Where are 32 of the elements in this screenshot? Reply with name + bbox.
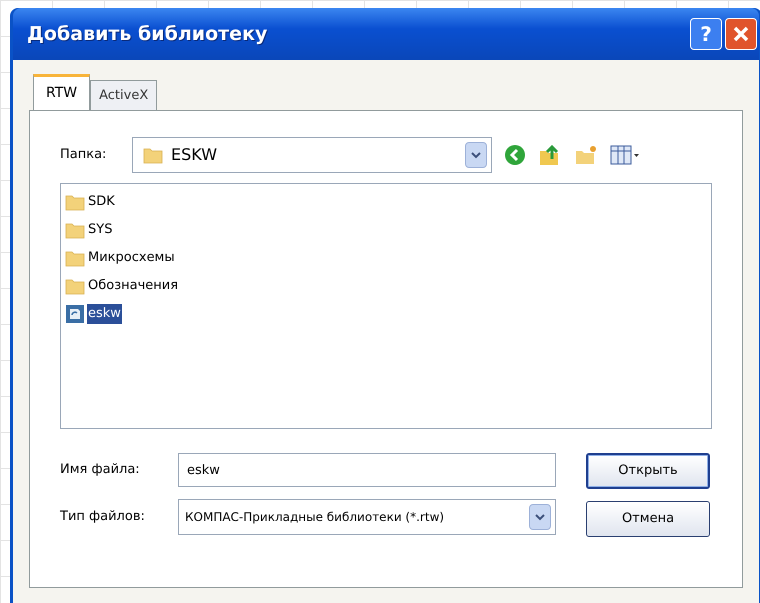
- file-type-value: КОМПАС-Прикладные библиотеки (*.rtw): [185, 509, 446, 526]
- back-icon[interactable]: [504, 144, 526, 166]
- file-name: eskw: [87, 304, 122, 324]
- file-name: Обозначения: [87, 277, 180, 296]
- file-item[interactable]: eskw: [65, 302, 711, 326]
- dropdown-caret[interactable]: [465, 142, 487, 168]
- file-name: SYS: [87, 221, 114, 240]
- dialog-button[interactable]: Открыть: [586, 453, 710, 489]
- close-icon: [732, 25, 750, 43]
- document-icon: [65, 304, 85, 324]
- close-button[interactable]: [725, 18, 757, 50]
- file-name-field[interactable]: eskw: [178, 453, 556, 487]
- view-menu-icon[interactable]: [610, 144, 640, 166]
- file-type-label: Тип файлов:: [60, 508, 146, 526]
- file-type-dropdown[interactable]: КОМПАС-Прикладные библиотеки (*.rtw): [178, 499, 556, 535]
- file-item[interactable]: SYS: [65, 218, 711, 242]
- folder-dropdown[interactable]: ESKW: [132, 137, 492, 173]
- file-item[interactable]: Обозначения: [65, 274, 711, 298]
- tab[interactable]: ActiveX: [90, 80, 158, 110]
- dialog-button[interactable]: Отмена: [586, 501, 710, 537]
- tab[interactable]: RTW: [33, 74, 90, 110]
- file-name: SDK: [87, 193, 116, 212]
- folder-value: ESKW: [171, 144, 218, 166]
- window-title: Добавить библиотеку: [27, 22, 268, 47]
- new-folder-icon[interactable]: [574, 144, 598, 166]
- folder-label: Папка:: [60, 146, 108, 164]
- help-button[interactable]: ?: [690, 18, 722, 50]
- file-name-label: Имя файла:: [60, 461, 141, 480]
- dropdown-caret[interactable]: [529, 504, 551, 530]
- file-name: Микросхемы: [87, 249, 176, 268]
- file-item[interactable]: Микросхемы: [65, 246, 711, 270]
- file-item[interactable]: SDK: [65, 190, 711, 214]
